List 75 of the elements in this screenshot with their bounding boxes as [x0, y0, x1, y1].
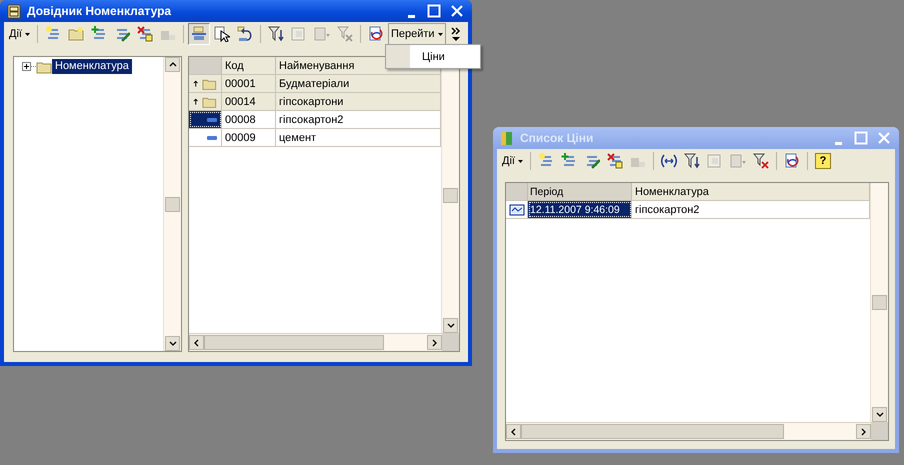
horizontal-scrollbar[interactable]	[189, 333, 459, 351]
menu-button[interactable]: Перейти	[388, 23, 446, 45]
vertical-scrollbar[interactable]	[163, 57, 181, 351]
level-up-icon	[236, 26, 253, 42]
plus-icon	[23, 63, 30, 70]
books-icon	[499, 130, 515, 146]
filter-icon	[268, 26, 284, 42]
maximize-icon	[854, 131, 868, 145]
scroll-left-button[interactable]	[506, 424, 521, 439]
expand-button[interactable]	[22, 62, 31, 71]
filter-icon	[684, 153, 700, 169]
hierarchy-button[interactable]	[188, 23, 210, 45]
period-icon	[660, 153, 677, 169]
overflow-icon	[450, 26, 462, 42]
scroll-thumb[interactable]	[165, 196, 180, 212]
column-header[interactable]: Код	[222, 57, 276, 74]
tree-item[interactable]: Номенклатура	[52, 59, 132, 74]
table-cell: 00008	[222, 111, 276, 128]
scroll-thumb[interactable]	[204, 335, 384, 350]
scroll-right-button[interactable]	[856, 424, 871, 439]
table-cell: 12.11.2007 9:46:09	[528, 201, 632, 218]
add-row-icon	[44, 26, 61, 42]
table-cell: 00001	[222, 75, 276, 92]
scrollbar-corner	[871, 423, 888, 440]
item-icon	[207, 118, 217, 122]
caret-icon	[438, 32, 443, 36]
scroll-right-button[interactable]	[427, 335, 442, 350]
scroll-down-button[interactable]	[165, 336, 180, 351]
scroll-thumb[interactable]	[872, 295, 887, 310]
filter-icon	[314, 26, 330, 42]
delete-icon	[136, 26, 153, 42]
delete-icon	[606, 153, 623, 169]
refresh-icon	[784, 153, 800, 169]
copy-row-icon	[560, 153, 577, 169]
column-header[interactable]: Номенклатура	[632, 183, 870, 200]
copy-row-icon	[90, 26, 107, 42]
hierarchy-icon	[190, 26, 207, 42]
filter-icon	[290, 26, 307, 42]
scroll-up-button[interactable]	[165, 57, 180, 72]
scrollbar-corner	[442, 334, 459, 351]
up-arrow-icon	[193, 79, 198, 88]
column-header[interactable]: Період	[528, 183, 632, 200]
scroll-down-button[interactable]	[872, 407, 887, 422]
menu-button[interactable]: Дії	[6, 23, 33, 45]
window-title: Довідник Номенклатура	[27, 4, 172, 18]
close-icon	[877, 131, 891, 145]
record-icon	[508, 202, 524, 218]
scroll-left-button[interactable]	[189, 335, 204, 350]
item-icon	[207, 136, 217, 140]
folder-icon	[68, 26, 84, 42]
refresh-icon	[368, 26, 384, 42]
caret-icon	[24, 32, 30, 36]
table-cell: 00009	[222, 129, 276, 146]
filter-icon	[730, 153, 746, 169]
clear-filter-icon	[752, 153, 769, 169]
scroll-thumb[interactable]	[521, 424, 784, 439]
cabinet-icon	[6, 3, 22, 19]
close-icon	[450, 4, 464, 18]
scroll-down-button[interactable]	[443, 318, 458, 333]
maximize-button[interactable]	[425, 3, 443, 19]
minimize-icon	[834, 142, 842, 145]
clear-filter-icon	[336, 26, 353, 42]
window-title: Список Ціни	[520, 131, 594, 145]
maximize-icon	[427, 4, 441, 18]
add-row-icon	[538, 153, 554, 169]
minimize-icon	[408, 15, 414, 18]
cursor-icon	[214, 26, 230, 42]
menu-icon-column	[386, 45, 410, 68]
filter-icon	[706, 153, 723, 169]
scroll-thumb[interactable]	[443, 188, 458, 202]
table-cell: 00014	[222, 93, 276, 110]
up-arrow-icon	[193, 97, 198, 106]
row-icon-cell[interactable]	[189, 111, 222, 128]
caret-icon	[518, 160, 523, 162]
close-button[interactable]	[448, 3, 466, 19]
